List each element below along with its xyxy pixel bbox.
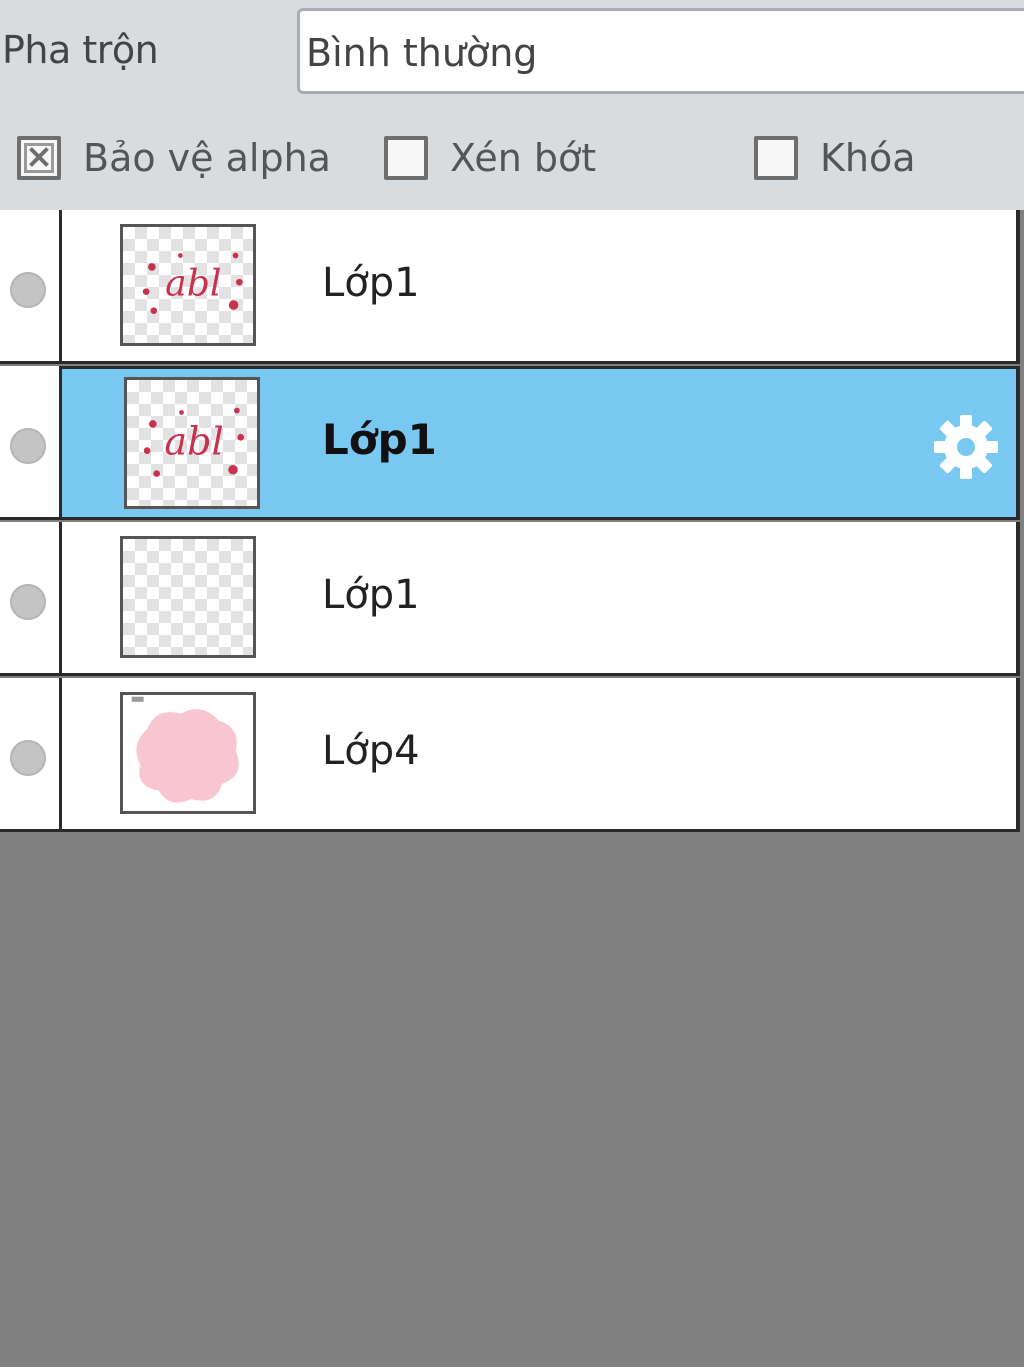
gear-icon[interactable]: [930, 411, 1002, 483]
pink-blob-thumbnail-art: [131, 696, 239, 803]
layer-thumbnail: [120, 536, 256, 658]
svg-text:abl: abl: [165, 261, 221, 304]
layer-row[interactable]: abl Lớp1: [0, 210, 1024, 364]
layer-row[interactable]: Lớp1: [0, 522, 1024, 676]
layer-properties-panel: Pha trộn Bình thường Bảo vệ alpha Xén bớ…: [0, 0, 1024, 210]
layer-main[interactable]: abl Lớp1: [62, 366, 1020, 520]
clipping-option[interactable]: Xén bớt: [384, 132, 596, 184]
blend-mode-label: Pha trộn: [2, 28, 159, 72]
visibility-column: [0, 678, 62, 832]
clipping-checkbox[interactable]: [384, 136, 428, 180]
layer-main[interactable]: abl Lớp1: [62, 210, 1020, 364]
layer-name: Lớp1: [322, 415, 437, 464]
layer-thumbnail: abl: [120, 224, 256, 346]
visibility-toggle-icon[interactable]: [10, 428, 46, 464]
layer-main[interactable]: Lớp1: [62, 522, 1020, 676]
lock-checkbox[interactable]: [754, 136, 798, 180]
visibility-column: [0, 366, 62, 520]
visibility-column: [0, 210, 62, 364]
layer-thumbnail: [120, 692, 256, 814]
layer-row[interactable]: Lớp4: [0, 678, 1024, 832]
layer-name: Lớp4: [322, 728, 420, 774]
visibility-toggle-icon[interactable]: [10, 584, 46, 620]
visibility-column: [0, 522, 62, 676]
layer-main[interactable]: Lớp4: [62, 678, 1020, 832]
layer-thumbnail: abl: [124, 377, 260, 509]
lock-option[interactable]: Khóa: [754, 132, 916, 184]
protect-alpha-option[interactable]: Bảo vệ alpha: [17, 132, 331, 184]
protect-alpha-checkbox[interactable]: [17, 136, 61, 180]
svg-text:abl: abl: [164, 420, 223, 464]
visibility-toggle-icon[interactable]: [10, 272, 46, 308]
layer-row-selected[interactable]: abl Lớp1: [0, 366, 1024, 520]
abl-text-thumbnail-art: abl: [143, 407, 245, 477]
lock-label: Khóa: [820, 136, 916, 180]
protect-alpha-label: Bảo vệ alpha: [83, 136, 331, 180]
layer-name: Lớp1: [322, 572, 420, 618]
blend-mode-select[interactable]: Bình thường: [297, 8, 1024, 94]
visibility-toggle-icon[interactable]: [10, 740, 46, 776]
abl-text-thumbnail-art: abl: [142, 252, 243, 314]
clipping-label: Xén bớt: [450, 136, 597, 180]
layer-name: Lớp1: [322, 260, 420, 306]
